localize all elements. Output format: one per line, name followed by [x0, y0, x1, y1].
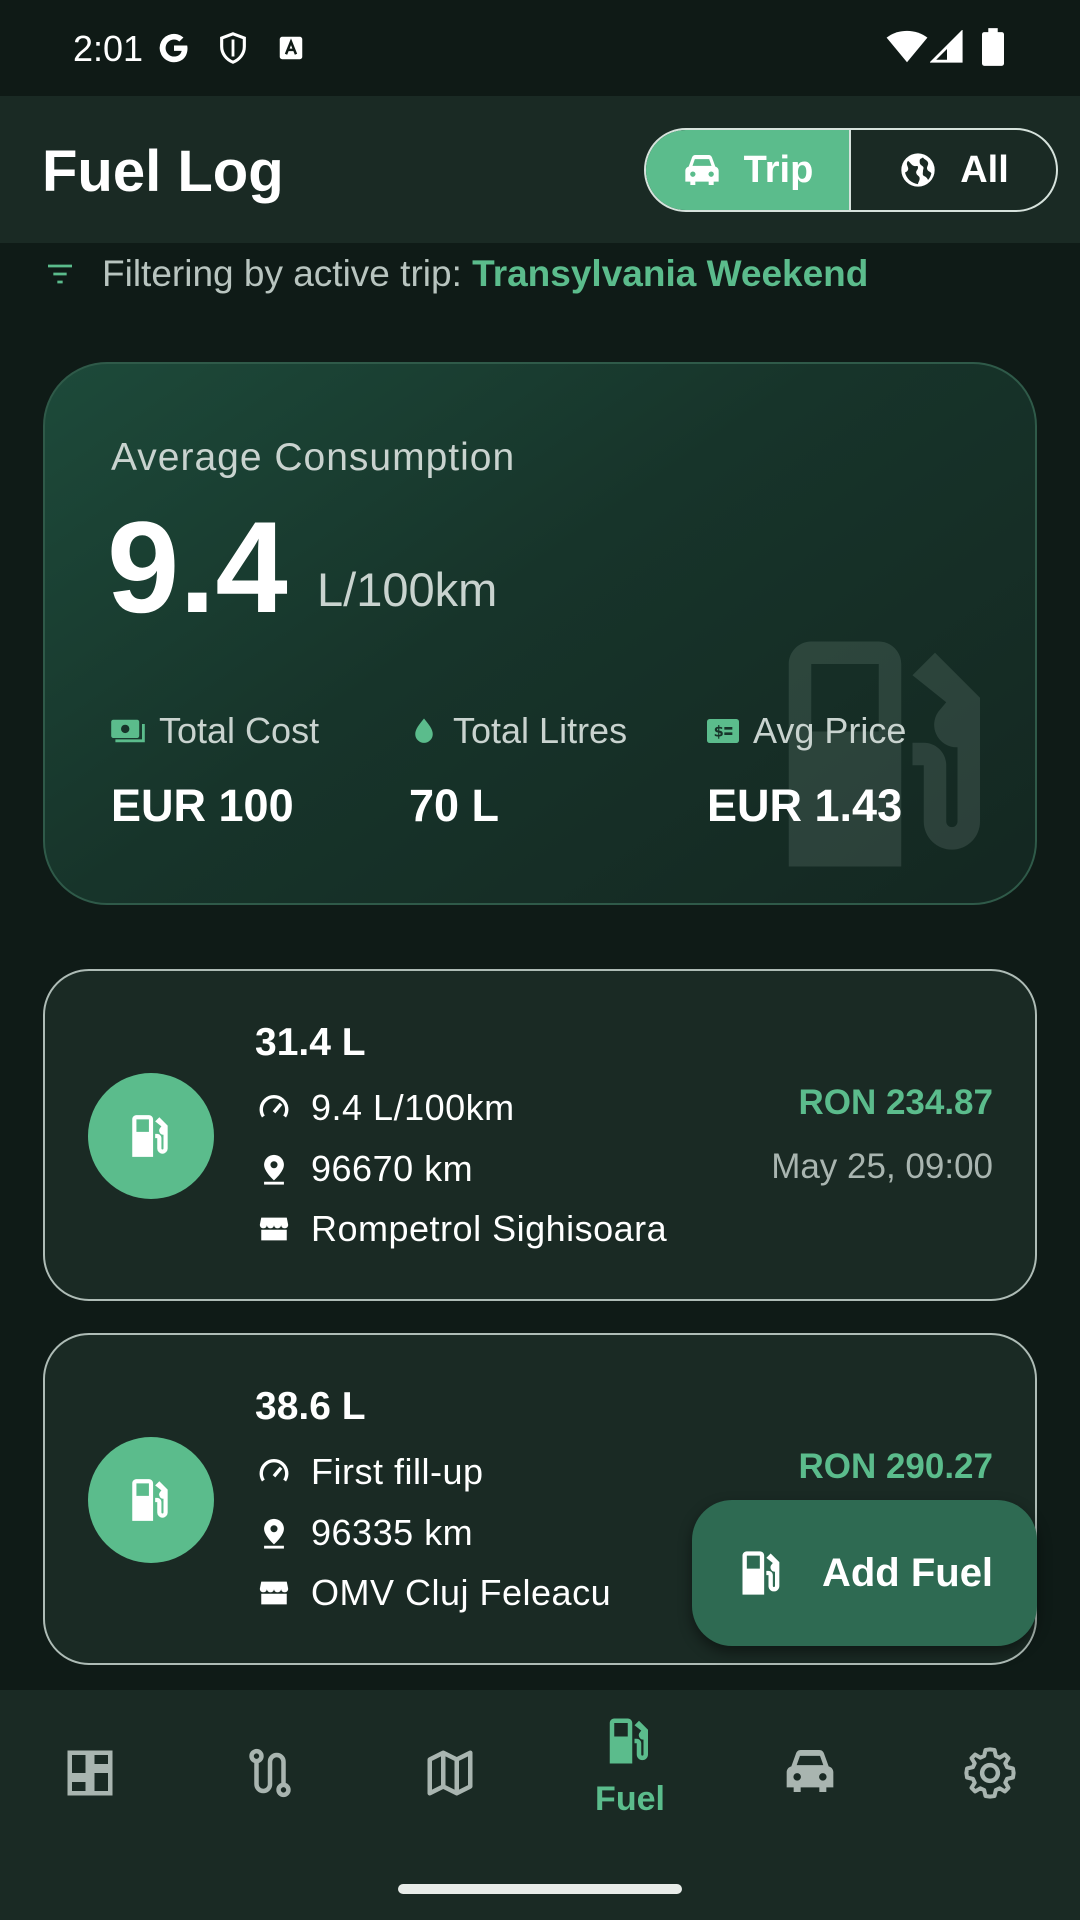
entry-odometer: 96335 km [257, 1512, 473, 1554]
gear-icon [964, 1747, 1016, 1799]
filter-icon [48, 264, 72, 284]
map-icon [427, 1750, 473, 1796]
nav-trips[interactable] [180, 1690, 360, 1890]
stat-total-litres-label: Total Litres [453, 710, 628, 751]
entry-consumption-text: First fill-up [311, 1451, 484, 1492]
entry-price: RON 234.87 [798, 1083, 993, 1122]
entry-odometer-text: 96335 km [311, 1512, 474, 1553]
entry-odometer: 96670 km [257, 1148, 473, 1190]
store-icon [259, 1217, 289, 1241]
stat-total-cost: Total Cost EUR 100 [111, 710, 319, 832]
average-consumption-unit: L/100km [317, 563, 498, 616]
stat-avg-price-label: Avg Price [753, 710, 907, 751]
location-pin-icon [264, 1154, 284, 1185]
fuel-badge [88, 1437, 214, 1563]
add-fuel-label: Add Fuel [821, 1550, 994, 1595]
entry-station: Rompetrol Sighisoara [257, 1208, 667, 1250]
speedometer-icon [259, 1095, 289, 1118]
car-icon [684, 155, 719, 185]
svg-text:$: $ [714, 723, 724, 740]
drop-icon [415, 718, 433, 743]
fuel-pump-icon [609, 1718, 648, 1764]
fuel-badge [88, 1073, 214, 1199]
nav-fuel-label: Fuel [595, 1780, 665, 1818]
entry-date: May 25, 09:00 [771, 1147, 993, 1186]
battery-icon [982, 28, 1004, 66]
app-bar: Fuel Log Trip All [0, 96, 1080, 243]
money-icon [111, 719, 145, 743]
entry-consumption: 9.4 L/100km [257, 1087, 515, 1129]
nav-vehicles[interactable] [720, 1690, 900, 1890]
segment-all[interactable]: All [851, 130, 1056, 210]
nav-settings[interactable] [900, 1690, 1080, 1890]
add-fuel-button[interactable]: Add Fuel [692, 1500, 1037, 1646]
entry-price: RON 290.27 [798, 1447, 993, 1486]
active-trip-name: Transylvania Weekend [472, 253, 869, 294]
speedometer-icon [259, 1459, 289, 1482]
filter-prefix: Filtering by active trip: [102, 253, 473, 294]
shield-icon [220, 32, 246, 64]
entry-station-text: OMV Cluj Feleacu [311, 1572, 612, 1613]
status-time: 2:01 [73, 28, 144, 69]
segment-trip[interactable]: Trip [646, 130, 851, 210]
entry-consumption: First fill-up [257, 1451, 484, 1493]
screen: 2:01 Fuel Log Trip All Filtering by acti… [0, 0, 1080, 1920]
dashboard-icon [67, 1750, 113, 1796]
price-tag-icon: $ [707, 719, 739, 743]
fuel-entry-card[interactable]: 31.4 L 9.4 L/100km 96670 km Rompetrol Si… [43, 969, 1037, 1301]
scope-toggle: Trip All [644, 128, 1058, 212]
cell-signal-icon [930, 30, 963, 63]
stat-avg-price-value: EUR 1.43 [707, 780, 903, 831]
entry-litres: 38.6 L [255, 1385, 366, 1428]
route-icon [249, 1748, 291, 1798]
consumption-summary-card: Average Consumption 9.4 L/100km Total Co… [43, 362, 1037, 905]
store-icon [259, 1581, 289, 1605]
nav-map[interactable] [360, 1690, 540, 1890]
stat-total-litres: Total Litres 70 L [409, 710, 627, 832]
stat-total-litres-value: 70 L [409, 780, 500, 831]
google-icon [159, 33, 188, 63]
wifi-icon [886, 30, 928, 63]
home-indicator[interactable] [398, 1884, 682, 1894]
fuel-pump-icon [742, 1551, 780, 1595]
entry-litres: 31.4 L [255, 1021, 366, 1064]
entry-station: OMV Cluj Feleacu [257, 1572, 611, 1614]
summary-label: Average Consumption [111, 436, 516, 479]
fuel-pump-icon [132, 1479, 168, 1521]
entry-odometer-text: 96670 km [311, 1148, 474, 1189]
segment-all-label: All [960, 148, 1009, 191]
location-pin-icon [264, 1518, 284, 1549]
segment-trip-label: Trip [743, 148, 814, 191]
stat-total-cost-value: EUR 100 [111, 780, 294, 831]
average-consumption-value: 9.4 [107, 494, 288, 640]
page-title: Fuel Log [42, 139, 284, 204]
font-icon [279, 36, 303, 60]
entry-station-text: Rompetrol Sighisoara [311, 1208, 668, 1249]
nav-fuel[interactable]: Fuel [540, 1690, 720, 1890]
status-bar: 2:01 [0, 0, 1080, 96]
trip-filter-notice: Filtering by active trip: Transylvania W… [44, 250, 868, 298]
entry-consumption-text: 9.4 L/100km [311, 1087, 515, 1128]
fuel-pump-icon [132, 1115, 168, 1157]
stat-avg-price: $ Avg Price EUR 1.43 [707, 710, 906, 832]
car-icon [786, 1750, 834, 1792]
nav-dashboard[interactable] [0, 1690, 180, 1890]
globe-icon [901, 153, 935, 187]
stat-total-cost-label: Total Cost [159, 710, 320, 751]
